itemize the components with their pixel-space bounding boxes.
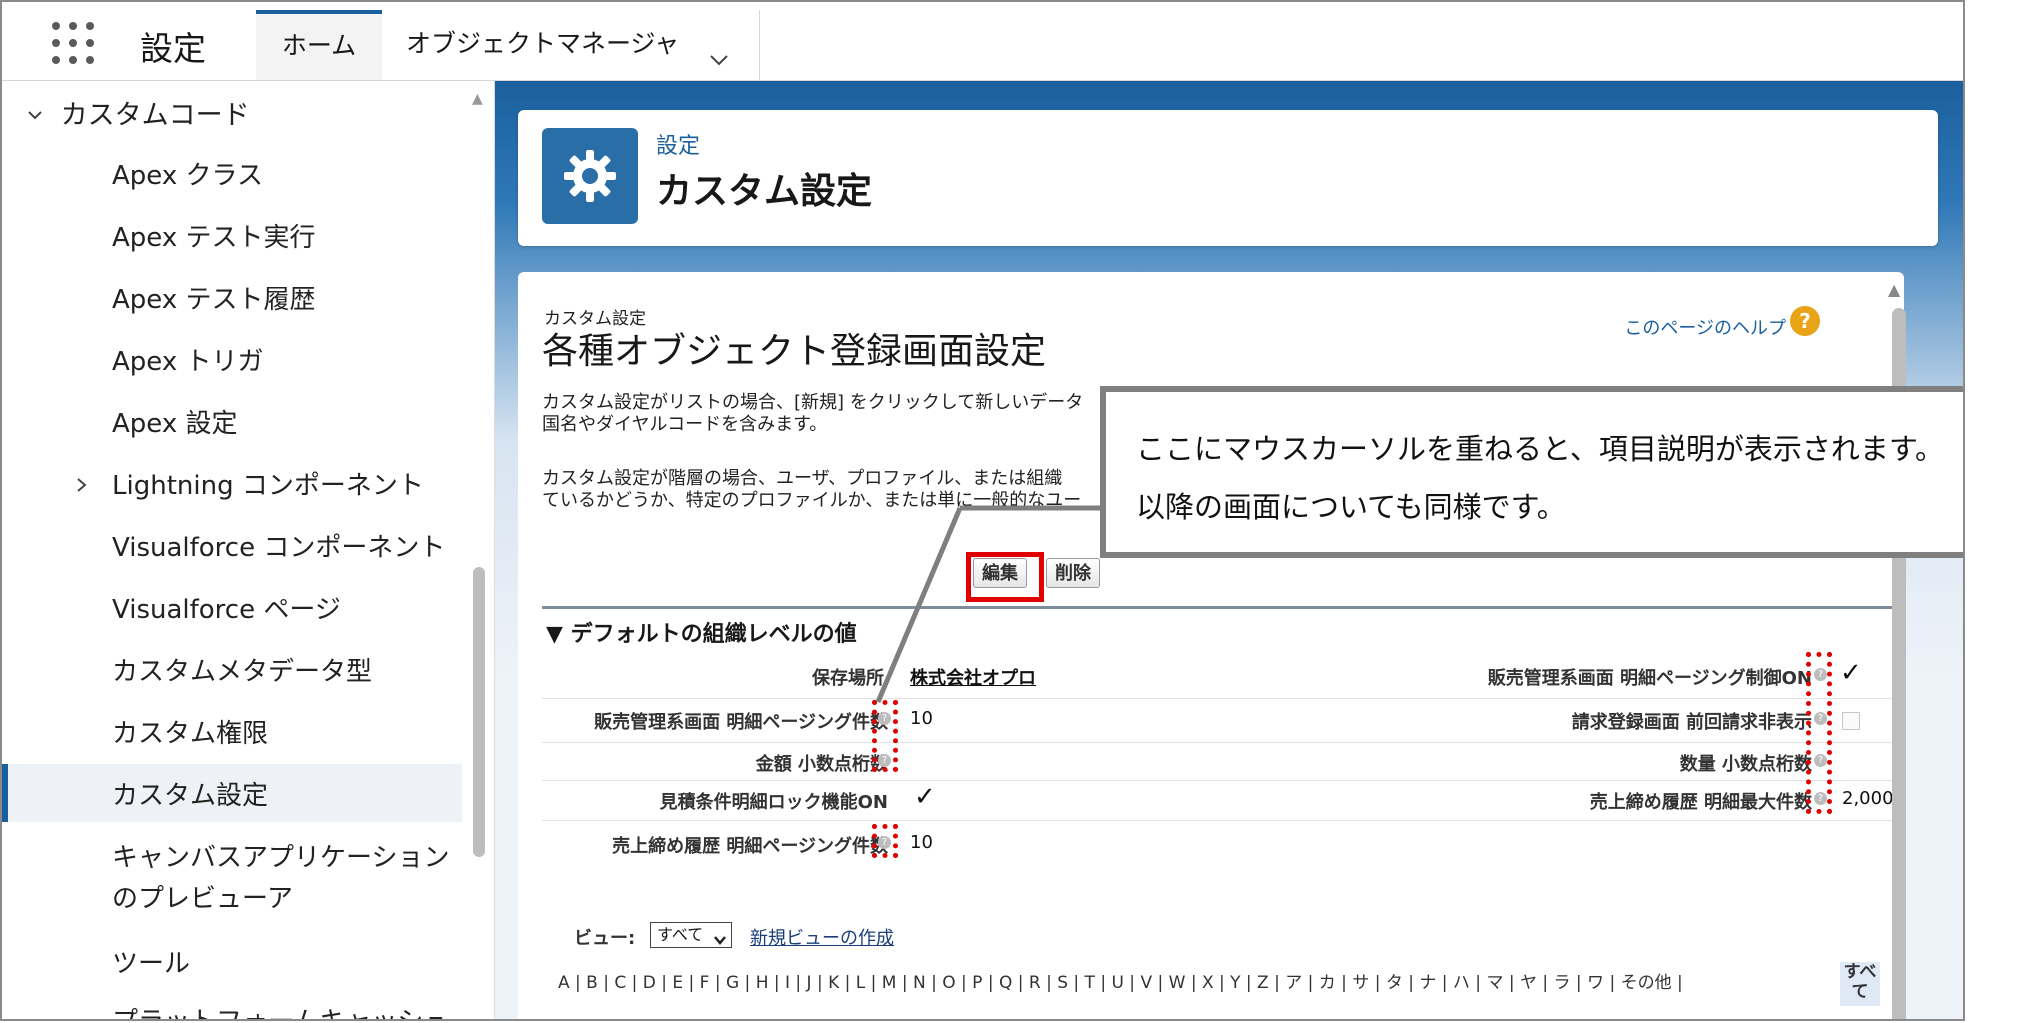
sidebar-item-apex-test-run[interactable]: Apex テスト実行 <box>112 217 315 254</box>
section-title[interactable]: ▼ デフォルトの組織レベルの値 <box>546 616 857 648</box>
field-label-qty-decimal: 数量 小数点桁数 <box>1679 754 1812 775</box>
sidebar-item-apex-trigger[interactable]: Apex トリガ <box>112 341 263 378</box>
sidebar-item-lightning-components[interactable]: Lightning コンポーネント <box>74 465 424 502</box>
description-text: 国名やダイヤルコードを含みます。 <box>542 414 828 435</box>
sidebar-item-label: Lightning コンポーネント <box>112 471 424 501</box>
field-label-sales-paging-ctrl: 販売管理系画面 明細ページング制御ON <box>1487 668 1812 689</box>
sidebar-item-label: キャンバスアプリケーション <box>112 843 450 873</box>
sidebar-item-custom-metadata-types[interactable]: カスタムメタデータ型 <box>112 651 372 688</box>
checkbox-checked: ✓ <box>914 782 936 812</box>
tab-home[interactable]: ホーム <box>256 10 382 80</box>
chevron-right-icon <box>74 471 112 501</box>
tab-object-manager-label: オブジェクトマネージャ <box>406 29 680 58</box>
field-value-location[interactable]: 株式会社オプロ <box>910 664 1036 690</box>
sidebar-item-visualforce-pages[interactable]: Visualforce ページ <box>112 589 341 626</box>
alphabet-all-label: すべ <box>1843 962 1877 982</box>
sidebar-item-label: のプレビューア <box>112 884 293 914</box>
edit-button-highlight <box>966 552 1044 602</box>
page-title: カスタム設定 <box>656 171 873 212</box>
sidebar-item-visualforce-components[interactable]: Visualforce コンポーネント <box>112 527 445 564</box>
callout-line-1: ここにマウスカーソルを重ねると、項目説明が表示されます。 <box>1136 432 1944 466</box>
tab-object-manager[interactable]: オブジェクトマネージャ <box>382 10 760 80</box>
help-icon-highlight <box>872 824 898 858</box>
sidebar-scrollbar[interactable] <box>473 567 485 857</box>
create-new-view-link[interactable]: 新規ビューの作成 <box>750 924 894 950</box>
description-text: ているかどうか、特定のプロファイルか、または単に一般的なユー <box>542 490 1082 511</box>
view-label: ビュー: <box>574 928 636 949</box>
description-text: カスタム設定が階層の場合、ユーザ、プロファイル、または組織 <box>542 468 1063 489</box>
view-select[interactable]: すべて <box>650 922 732 948</box>
sidebar-item-custom-permissions[interactable]: カスタム権限 <box>112 713 268 750</box>
setup-sidebar: カスタムコード Apex クラス Apex テスト実行 Apex テスト履歴 A… <box>2 81 495 1019</box>
scroll-up-icon[interactable]: ▲ <box>1888 280 1900 299</box>
app-launcher-icon[interactable] <box>52 22 94 64</box>
field-value-sales-close-paging: 10 <box>910 832 933 853</box>
custom-setting-detail: カスタム設定 各種オブジェクト登録画面設定 このページのヘルプ ? カスタム設定… <box>518 272 1906 1019</box>
chevron-down-icon <box>713 929 727 953</box>
sidebar-item-platform-cache[interactable]: プラットフォームキャッシュ <box>112 1001 449 1019</box>
checkbox-unchecked <box>1842 712 1860 730</box>
scroll-up-icon[interactable]: ▲ <box>472 91 483 107</box>
field-label-sales-close-paging: 売上締め履歴 明細ページング件数 <box>612 836 888 857</box>
field-value-sales-paging-count: 10 <box>910 708 933 729</box>
page-help-link[interactable]: このページのヘルプ <box>1624 314 1786 340</box>
description-text: カスタム設定がリストの場合、[新規] をクリックして新しいデータ <box>542 392 1084 413</box>
field-label-location: 保存場所 <box>812 668 884 689</box>
field-label-sales-close-max: 売上締め履歴 明細最大件数 <box>1589 792 1812 813</box>
field-value-sales-close-max: 2,000 <box>1842 788 1894 809</box>
annotation-callout: ここにマウスカーソルを重ねると、項目説明が表示されます。 以降の画面についても同… <box>1100 386 1963 558</box>
view-select-value: すべて <box>657 925 704 944</box>
sidebar-item-apex-settings[interactable]: Apex 設定 <box>112 403 237 440</box>
gear-icon <box>542 128 638 224</box>
sidebar-item-custom-settings[interactable]: カスタム設定 <box>112 775 268 812</box>
app-title: 設定 <box>140 29 206 68</box>
field-label-sales-paging-count: 販売管理系画面 明細ページング件数 <box>594 712 888 733</box>
app-window: 設定 ホーム オブジェクトマネージャ カスタムコード Apex クラス Apex… <box>0 0 1965 1021</box>
field-label-estimate-lock: 見積条件明細ロック機能ON <box>659 792 888 813</box>
sidebar-item-apex-test-history[interactable]: Apex テスト履歴 <box>112 279 315 316</box>
alphabet-filter[interactable]: A | B | C | D | E | F | G | H | I | J | … <box>558 968 1683 993</box>
alphabet-all-label: て <box>1851 982 1869 1002</box>
row-divider <box>542 780 1906 781</box>
field-label-amount-decimal: 金額 小数点桁数 <box>755 754 888 775</box>
help-icon-highlight <box>1806 652 1832 814</box>
delete-button[interactable]: 削除 <box>1046 558 1100 588</box>
callout-line-2: 以降の画面についても同様です。 <box>1136 490 1566 524</box>
help-icon-highlight <box>872 700 898 772</box>
sidebar-group-label: カスタムコード <box>60 100 250 131</box>
row-divider <box>542 820 1906 821</box>
sidebar-group-custom-code[interactable]: カスタムコード <box>26 93 250 132</box>
breadcrumb[interactable]: 設定 <box>656 128 700 160</box>
global-header: 設定 ホーム オブジェクトマネージャ <box>2 2 1963 81</box>
sidebar-item-apex-class[interactable]: Apex クラス <box>112 155 263 192</box>
row-divider <box>542 742 1906 743</box>
sidebar-item-tools[interactable]: ツール <box>112 943 190 980</box>
detail-title: 各種オブジェクト登録画面設定 <box>542 331 1047 372</box>
alphabet-filter-all[interactable]: すべ て <box>1840 962 1880 1006</box>
sidebar-item-canvas-previewer[interactable]: キャンバスアプリケーション のプレビューア <box>112 837 449 915</box>
help-icon[interactable]: ? <box>1790 306 1820 336</box>
page-header: 設定 カスタム設定 <box>518 110 1938 246</box>
checkbox-checked: ✓ <box>1840 658 1862 688</box>
row-divider <box>542 698 1906 699</box>
field-label-invoice-hide: 請求登録画面 前回請求非表示 <box>1571 712 1812 733</box>
chevron-down-icon <box>26 100 52 131</box>
section-divider <box>542 606 1906 609</box>
